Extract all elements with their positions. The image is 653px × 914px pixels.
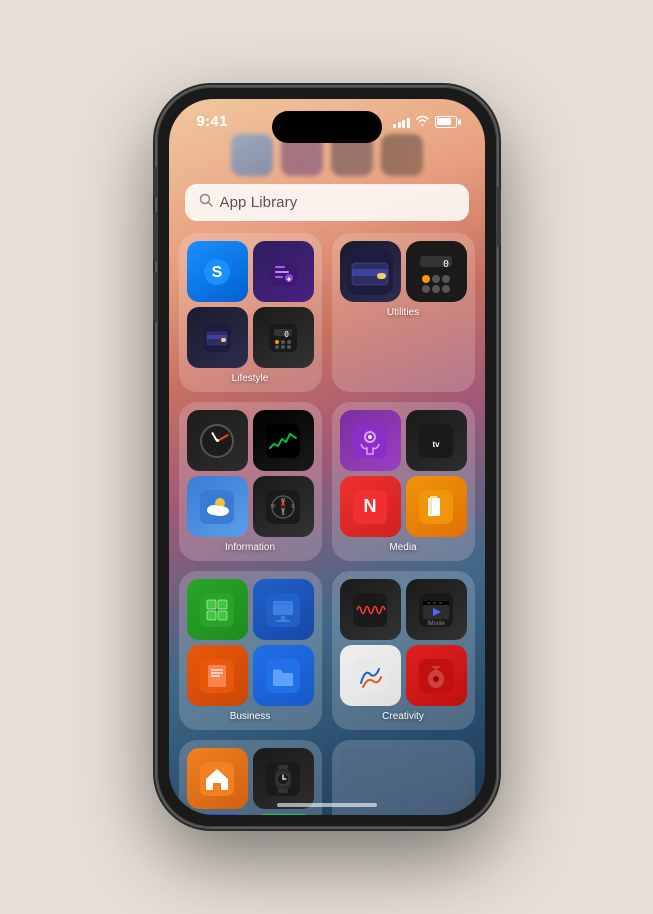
files-icon[interactable]: [253, 645, 314, 706]
shazam-icon[interactable]: S: [187, 241, 248, 302]
volume-down-button[interactable]: [153, 272, 157, 322]
lifestyle-folder[interactable]: S ✦: [179, 233, 322, 392]
search-placeholder: App Library: [220, 194, 298, 211]
wifi-icon: [415, 115, 430, 128]
hidden-icon-3: [340, 814, 401, 815]
svg-text:0: 0: [443, 259, 449, 270]
information-label: Information: [225, 542, 275, 553]
imovie-icon[interactable]: iMovie: [406, 579, 467, 640]
freeform-icon[interactable]: [340, 645, 401, 706]
compass-icon[interactable]: N S W E: [253, 476, 314, 537]
svg-text:S: S: [212, 264, 223, 281]
dynamic-island: [272, 111, 382, 143]
volume-up-button[interactable]: [153, 212, 157, 262]
status-icons: [393, 115, 457, 128]
clock-icon[interactable]: [187, 410, 248, 471]
journal-icon[interactable]: ✦: [253, 241, 314, 302]
media-folder[interactable]: tv N: [332, 402, 475, 561]
app-library-grid: S ✦: [169, 233, 485, 815]
signal-icon: [393, 116, 410, 128]
svg-text:W: W: [271, 504, 276, 510]
utilities-folder[interactable]: 0 Utilities: [332, 233, 475, 392]
numbers-icon[interactable]: [187, 579, 248, 640]
power-button[interactable]: [497, 187, 501, 247]
svg-text:iMovie: iMovie: [427, 621, 445, 627]
shortcuts-icon[interactable]: [187, 814, 248, 815]
phone-screen: 9:41: [169, 99, 485, 815]
calculator-icon[interactable]: 0: [253, 307, 314, 368]
business-label: Business: [230, 711, 271, 722]
lifestyle-label: Lifestyle: [232, 373, 269, 384]
svg-text:✦: ✦: [286, 275, 293, 284]
information-folder[interactable]: N S W E Information: [179, 402, 322, 561]
svg-text:0: 0: [284, 330, 289, 339]
books-icon[interactable]: [406, 476, 467, 537]
svg-text:N: N: [364, 496, 377, 516]
wallet-icon[interactable]: [187, 307, 248, 368]
search-bar[interactable]: App Library: [185, 184, 469, 221]
hidden-icon-4: [406, 814, 467, 815]
creativity-folder[interactable]: iMovie: [332, 571, 475, 730]
stocks-icon[interactable]: [253, 410, 314, 471]
news-icon[interactable]: N: [340, 476, 401, 537]
creativity-label: Creativity: [382, 711, 424, 722]
media-label: Media: [389, 542, 416, 553]
weather-icon[interactable]: [187, 476, 248, 537]
battery-icon: [435, 116, 457, 128]
findmy-icon[interactable]: [253, 814, 314, 815]
business-folder[interactable]: Business: [179, 571, 322, 730]
keynote-icon[interactable]: [253, 579, 314, 640]
search-icon: [199, 193, 213, 212]
hidden-icon-1: [340, 748, 401, 809]
wallet-large-icon[interactable]: [340, 241, 401, 302]
home-icon[interactable]: [187, 748, 248, 809]
status-time: 9:41: [197, 113, 228, 130]
utilities-label: Utilities: [387, 307, 419, 318]
home-indicator[interactable]: [277, 803, 377, 807]
podcasts-icon[interactable]: [340, 410, 401, 471]
silent-switch[interactable]: [153, 167, 157, 197]
svg-text:tv: tv: [432, 440, 440, 449]
hidden-icon-2: [406, 748, 467, 809]
voicememos-icon[interactable]: [340, 579, 401, 640]
phone-frame: 9:41: [157, 87, 497, 827]
appletv-icon[interactable]: tv: [406, 410, 467, 471]
watch-app-icon[interactable]: [253, 748, 314, 809]
pages-icon[interactable]: [187, 645, 248, 706]
calculator-large-icon[interactable]: 0: [406, 241, 467, 302]
svg-text:N: N: [281, 498, 285, 504]
garageband-icon[interactable]: [406, 645, 467, 706]
